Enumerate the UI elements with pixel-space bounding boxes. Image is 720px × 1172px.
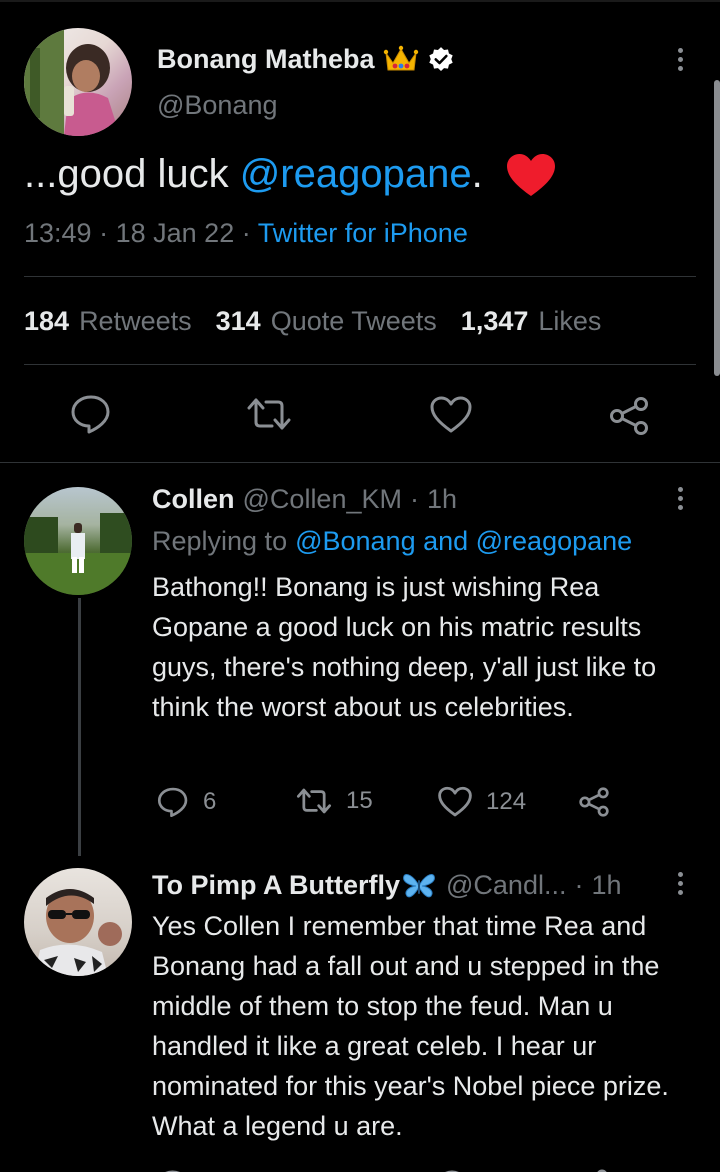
- like-icon: [438, 786, 472, 817]
- meta-separator-2: ·: [241, 218, 251, 248]
- tweet-text-suffix: .: [471, 152, 483, 196]
- meta-separator-1: ·: [99, 218, 109, 248]
- mention-link[interactable]: @reagopane: [240, 152, 472, 196]
- avatar-photo: [24, 28, 120, 136]
- reply-author-handle[interactable]: @Collen_KM: [243, 484, 402, 515]
- likes-label: Likes: [538, 306, 602, 336]
- likes-count: 1,347: [460, 306, 529, 336]
- reply-like-action[interactable]: 124: [438, 786, 526, 818]
- like-count: 124: [486, 788, 527, 815]
- butterfly-user-avatar[interactable]: [24, 868, 132, 976]
- divider-2: [24, 364, 696, 365]
- replying-to-line: Replying to @Bonang and @reagopane: [152, 526, 632, 557]
- tweet-stats: 184 Retweets 314 Quote Tweets 1,347 Likes: [24, 306, 601, 337]
- replying-to-label: Replying to: [152, 526, 288, 556]
- collen-avatar[interactable]: [24, 487, 132, 595]
- reply-icon: [157, 787, 188, 818]
- retweet-icon[interactable]: [246, 396, 292, 432]
- reply-author-handle[interactable]: @Candl...: [446, 870, 566, 901]
- author-name[interactable]: Bonang Matheba: [157, 44, 375, 75]
- more-options-icon[interactable]: [676, 48, 684, 71]
- tweet-time[interactable]: 13:49: [24, 218, 92, 248]
- reply-retweet-action[interactable]: 15: [296, 786, 373, 816]
- replying-to-users[interactable]: @Bonang and @reagopane: [295, 526, 632, 557]
- retweet-count: 15: [346, 787, 373, 814]
- likes-stat[interactable]: 1,347 Likes: [461, 306, 602, 337]
- reply-header: To Pimp A Butterfly @Candl... · 1h: [152, 870, 622, 901]
- bonang-avatar[interactable]: [24, 28, 132, 136]
- scrollbar[interactable]: [714, 80, 720, 376]
- tweet-source[interactable]: Twitter for iPhone: [258, 218, 468, 248]
- reply-author-name[interactable]: Collen: [152, 484, 235, 515]
- quotes-count: 314: [215, 306, 261, 336]
- retweets-count: 184: [24, 306, 70, 336]
- verified-badge-icon: [427, 46, 455, 74]
- reply-share-action[interactable]: [578, 786, 610, 818]
- quote-tweets-stat[interactable]: 314 Quote Tweets: [216, 306, 437, 337]
- reply-icon[interactable]: [70, 394, 112, 434]
- reply-time[interactable]: 1h: [427, 484, 457, 515]
- reply-author-name[interactable]: To Pimp A Butterfly: [152, 870, 400, 901]
- tweet-text-prefix: ...good luck: [24, 152, 240, 196]
- top-divider: [0, 0, 720, 2]
- share-icon[interactable]: [608, 396, 650, 436]
- quotes-label: Quote Tweets: [270, 306, 437, 336]
- thread-line: [78, 598, 81, 856]
- partial-action-row: [0, 1164, 720, 1172]
- crown-icon: [383, 45, 419, 75]
- tweet-date[interactable]: 18 Jan 22: [116, 218, 235, 248]
- reply-time-separator: ·: [574, 870, 584, 900]
- tweet-meta: 13:49 · 18 Jan 22 · Twitter for iPhone: [24, 218, 468, 249]
- more-options-icon[interactable]: [676, 487, 684, 510]
- share-icon: [579, 787, 609, 817]
- reply-text: Yes Collen I remember that time Rea and …: [152, 911, 669, 1141]
- author-handle[interactable]: @Bonang: [157, 90, 278, 121]
- avatar-photo: [34, 889, 122, 976]
- more-options-icon[interactable]: [676, 872, 684, 895]
- divider-3: [0, 462, 720, 463]
- reply-time-separator: ·: [409, 484, 419, 514]
- retweets-stat[interactable]: 184 Retweets: [24, 306, 192, 337]
- reply-count: 6: [203, 788, 217, 815]
- retweets-label: Retweets: [79, 306, 192, 336]
- like-icon[interactable]: [430, 396, 472, 434]
- author-row: Bonang Matheba: [157, 44, 455, 75]
- butterfly-emoji-icon: [402, 872, 436, 900]
- reply-reply-action[interactable]: 6: [157, 786, 216, 818]
- retweet-icon: [296, 788, 332, 814]
- reply-header: Collen @Collen_KM · 1h: [152, 484, 457, 515]
- avatar-photo: [24, 513, 132, 595]
- tweet-text: ...good luck @reagopane.: [24, 152, 556, 198]
- reply-time[interactable]: 1h: [591, 870, 621, 901]
- heart-emoji-icon: [506, 154, 556, 198]
- reply-text: Bathong!! Bonang is just wishing Rea Gop…: [152, 572, 657, 722]
- divider-1: [24, 276, 696, 277]
